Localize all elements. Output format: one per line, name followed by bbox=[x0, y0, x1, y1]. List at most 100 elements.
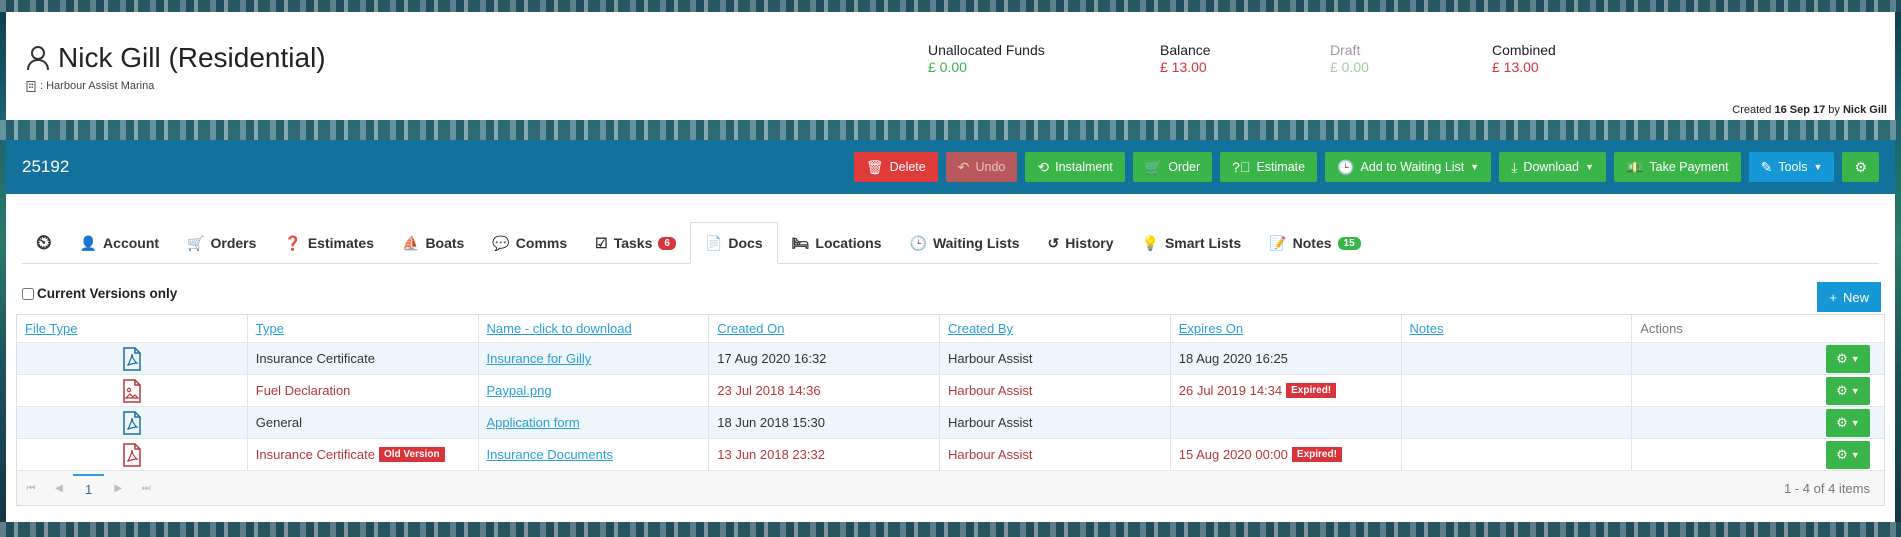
question-icon: ?⃞ bbox=[1232, 159, 1251, 175]
tab-docs[interactable]: 📄 Docs bbox=[689, 222, 778, 264]
old-version-badge: Old Version bbox=[378, 447, 445, 462]
money-icon: 💵 bbox=[1625, 158, 1644, 175]
current-versions-label: Current Versions only bbox=[37, 286, 178, 301]
download-link[interactable]: Application form bbox=[487, 415, 580, 430]
add-to-waiting-list-button[interactable]: 🕒 Add to Waiting List ▼ bbox=[1325, 152, 1492, 182]
tab-locations[interactable]: 🛏 Locations bbox=[778, 222, 896, 264]
row-actions-button[interactable]: ⚙ ▼ bbox=[1826, 440, 1870, 469]
sort-link[interactable]: File Type bbox=[25, 321, 78, 336]
actions-cell: ⚙ ▼ bbox=[1632, 343, 1884, 374]
column-header-type[interactable]: Type bbox=[248, 315, 479, 342]
sort-link[interactable]: Name - click to download bbox=[487, 321, 632, 336]
pager-info: 1 - 4 of 4 items bbox=[1784, 480, 1870, 496]
tab-notes[interactable]: 📝 Notes 15 bbox=[1255, 222, 1374, 264]
new-doc-button[interactable]: + New bbox=[1817, 282, 1881, 312]
pager: ⏮ ◀ 1 ▶ ⏭ 1 - 4 of 4 items bbox=[17, 471, 1884, 505]
sort-link[interactable]: Expires On bbox=[1179, 321, 1243, 336]
expires-on-cell bbox=[1171, 407, 1402, 438]
created-on-value: 23 Jul 2018 14:36 bbox=[717, 383, 821, 398]
tab-comms[interactable]: 💬 Comms bbox=[478, 222, 581, 264]
account-panel: 25192 🗑 Delete ↶ Undo ⟲ Instalment 🛒 Order ?… bbox=[6, 140, 1895, 522]
download-link[interactable]: Insurance for Gilly bbox=[487, 351, 592, 366]
name-cell: Insurance Documents bbox=[479, 439, 710, 470]
actions-cell: ⚙ ▼ bbox=[1632, 407, 1884, 438]
tab-boats[interactable]: ⛵ Boats bbox=[388, 222, 478, 264]
tab-waiting-lists[interactable]: 🕒 Waiting Lists bbox=[896, 222, 1034, 264]
unallocated-funds: Unallocated Funds £ 0.00 bbox=[928, 42, 1045, 75]
tab-tasks[interactable]: ☑ Tasks 6 bbox=[581, 222, 690, 264]
download-link[interactable]: Insurance Documents bbox=[487, 447, 613, 462]
expires-on-cell: 15 Aug 2020 00:00 Expired! bbox=[1171, 439, 1402, 470]
take-payment-button[interactable]: 💵 Take Payment bbox=[1613, 152, 1741, 182]
tab-dashboard[interactable]: ⏲ bbox=[22, 222, 66, 264]
column-header-name[interactable]: Name - click to download bbox=[479, 315, 710, 342]
created-on-cell: 17 Aug 2020 16:32 bbox=[709, 343, 940, 374]
row-actions-button[interactable]: ⚙ ▼ bbox=[1826, 376, 1870, 405]
sort-link[interactable]: Created By bbox=[948, 321, 1013, 336]
created-by-value: Harbour Assist bbox=[948, 351, 1033, 366]
fund-value: £ 13.00 bbox=[1492, 59, 1539, 75]
download-label: Download bbox=[1523, 160, 1580, 174]
row-actions-button[interactable]: ⚙ ▼ bbox=[1826, 408, 1870, 437]
row-actions-button[interactable]: ⚙ ▼ bbox=[1826, 344, 1870, 373]
notes-cell bbox=[1402, 343, 1633, 374]
sort-link[interactable]: Notes bbox=[1410, 321, 1444, 336]
file-type-cell bbox=[17, 375, 248, 406]
notes-count-badge: 15 bbox=[1337, 236, 1361, 250]
first-page-icon[interactable]: ⏮ bbox=[17, 483, 45, 494]
last-page-icon[interactable]: ⏭ bbox=[132, 483, 160, 494]
dashboard-icon: ⏲ bbox=[36, 231, 52, 254]
created-on-cell: 23 Jul 2018 14:36 bbox=[709, 375, 940, 406]
type-value: Insurance Certificate bbox=[255, 447, 375, 462]
expires-on-cell: 26 Jul 2019 14:34 Expired! bbox=[1171, 375, 1402, 406]
grid-header: File Type Type Name - click to download … bbox=[17, 315, 1884, 343]
file-type-cell bbox=[17, 407, 248, 438]
table-row: Insurance Certificate Insurance for Gill… bbox=[17, 343, 1884, 375]
current-versions-filter[interactable]: Current Versions only bbox=[22, 286, 177, 301]
gear-icon: ⚙ bbox=[1836, 414, 1848, 430]
download-link[interactable]: Paypal.png bbox=[487, 383, 552, 398]
type-value: General bbox=[255, 415, 302, 430]
created-by-cell: Harbour Assist bbox=[940, 439, 1171, 470]
sort-link[interactable]: Created On bbox=[717, 321, 784, 336]
column-header-file-type[interactable]: File Type bbox=[17, 315, 248, 342]
column-header-created-by[interactable]: Created By bbox=[940, 315, 1171, 342]
name-cell: Paypal.png bbox=[479, 375, 710, 406]
tab-account[interactable]: 👤 Account bbox=[66, 222, 173, 264]
next-page-icon[interactable]: ▶ bbox=[104, 483, 132, 494]
background-strip bbox=[0, 522, 1901, 537]
created-by-cell: Harbour Assist bbox=[940, 375, 1171, 406]
tab-orders[interactable]: 🛒 Orders bbox=[173, 222, 270, 264]
magic-wand-icon: ✎ bbox=[1760, 158, 1773, 175]
instalment-button[interactable]: ⟲ Instalment bbox=[1025, 152, 1125, 182]
column-header-notes[interactable]: Notes bbox=[1402, 315, 1633, 342]
estimate-button[interactable]: ?⃞ Estimate bbox=[1220, 152, 1318, 182]
tab-smart-lists[interactable]: 💡 Smart Lists bbox=[1128, 222, 1256, 264]
table-row: Insurance Certificate Old Version Insuran… bbox=[17, 439, 1884, 471]
notes-cell bbox=[1402, 407, 1633, 438]
download-button[interactable]: ⤓ Download ▼ bbox=[1499, 152, 1606, 182]
undo-button[interactable]: ↶ Undo bbox=[945, 152, 1018, 182]
tab-label: Notes bbox=[1292, 235, 1332, 251]
column-header-expires-on[interactable]: Expires On bbox=[1171, 315, 1402, 342]
balance: Balance £ 13.00 bbox=[1160, 42, 1211, 75]
created-by-value: Harbour Assist bbox=[948, 383, 1033, 398]
tab-history[interactable]: ↺ History bbox=[1034, 222, 1128, 264]
tab-estimates[interactable]: ❓ Estimates bbox=[270, 222, 388, 264]
order-button[interactable]: 🛒 Order bbox=[1132, 152, 1213, 182]
customer-header: Nick Gill (Residential) : Harbour Assist… bbox=[6, 12, 1895, 120]
pdf-icon bbox=[123, 410, 141, 435]
docs-grid: File Type Type Name - click to download … bbox=[16, 314, 1885, 506]
sort-link[interactable]: Type bbox=[256, 321, 284, 336]
current-versions-checkbox[interactable] bbox=[22, 287, 34, 300]
created-by-cell: Harbour Assist bbox=[940, 343, 1171, 374]
combined: Combined £ 13.00 bbox=[1492, 42, 1556, 75]
current-page[interactable]: 1 bbox=[73, 473, 105, 503]
delete-button[interactable]: 🗑 Delete bbox=[853, 152, 938, 182]
column-header-created-on[interactable]: Created On bbox=[709, 315, 940, 342]
tools-button[interactable]: ✎ Tools ▼ bbox=[1748, 152, 1835, 182]
settings-button[interactable]: ⚙ bbox=[1842, 152, 1879, 182]
prev-page-icon[interactable]: ◀ bbox=[45, 483, 73, 494]
tasks-icon: ☑ bbox=[595, 234, 608, 251]
name-cell: Application form bbox=[479, 407, 710, 438]
